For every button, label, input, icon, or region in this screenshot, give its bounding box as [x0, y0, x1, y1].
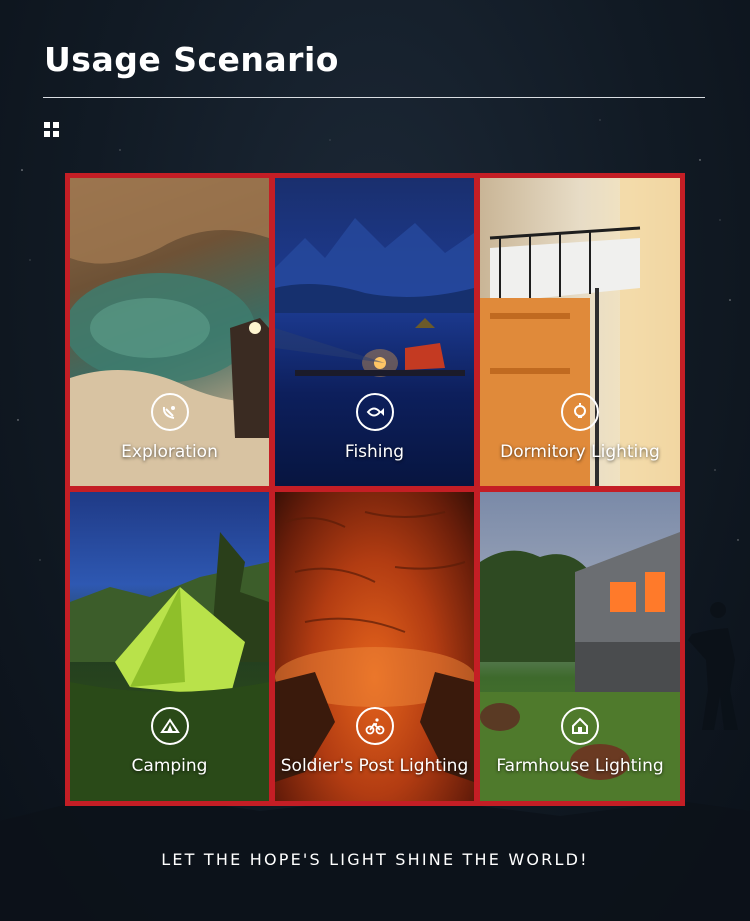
fish-icon: [355, 393, 394, 431]
cave-scene: [70, 178, 269, 486]
person-silhouette: [688, 602, 738, 730]
house-icon: [561, 707, 599, 745]
scenario-label: Exploration: [121, 442, 218, 462]
scenario-tile-camping: Camping: [70, 492, 269, 801]
farmhouse-scene: [480, 532, 680, 801]
bulb-icon: [561, 393, 599, 431]
title-divider: [43, 97, 705, 98]
scenario-label: Soldier's Post Lighting: [280, 756, 469, 776]
scenario-label: Dormitory Lighting: [500, 442, 660, 462]
page-title: Usage Scenario: [44, 40, 339, 79]
grid-icon: [44, 122, 60, 138]
scenario-tile-dormitory: Dormitory Lighting: [480, 178, 680, 486]
scenario-tile-fishing: Fishing: [275, 178, 474, 486]
scenario-label: Farmhouse Lighting: [496, 756, 664, 776]
dormitory-scene: [480, 178, 680, 486]
tent-icon: [150, 707, 189, 745]
fishing-scene: [275, 218, 474, 377]
satellite-dish-icon: [150, 393, 189, 431]
scenario-tile-soldiers-post: Soldier's Post Lighting: [275, 492, 474, 801]
scenario-label: Camping: [131, 756, 208, 776]
scenario-label: Fishing: [344, 442, 405, 462]
tagline: LET THE HOPE'S LIGHT SHINE THE WORLD!: [161, 850, 589, 869]
camping-scene: [70, 532, 269, 801]
scenario-grid: Exploration Fishing Dormitory Lighting C…: [65, 173, 685, 806]
bunker-scene: [275, 511, 474, 782]
scenario-tile-farmhouse: Farmhouse Lighting: [480, 492, 680, 801]
cyclist-icon: [355, 707, 394, 745]
scenario-tile-exploration: Exploration: [70, 178, 269, 486]
